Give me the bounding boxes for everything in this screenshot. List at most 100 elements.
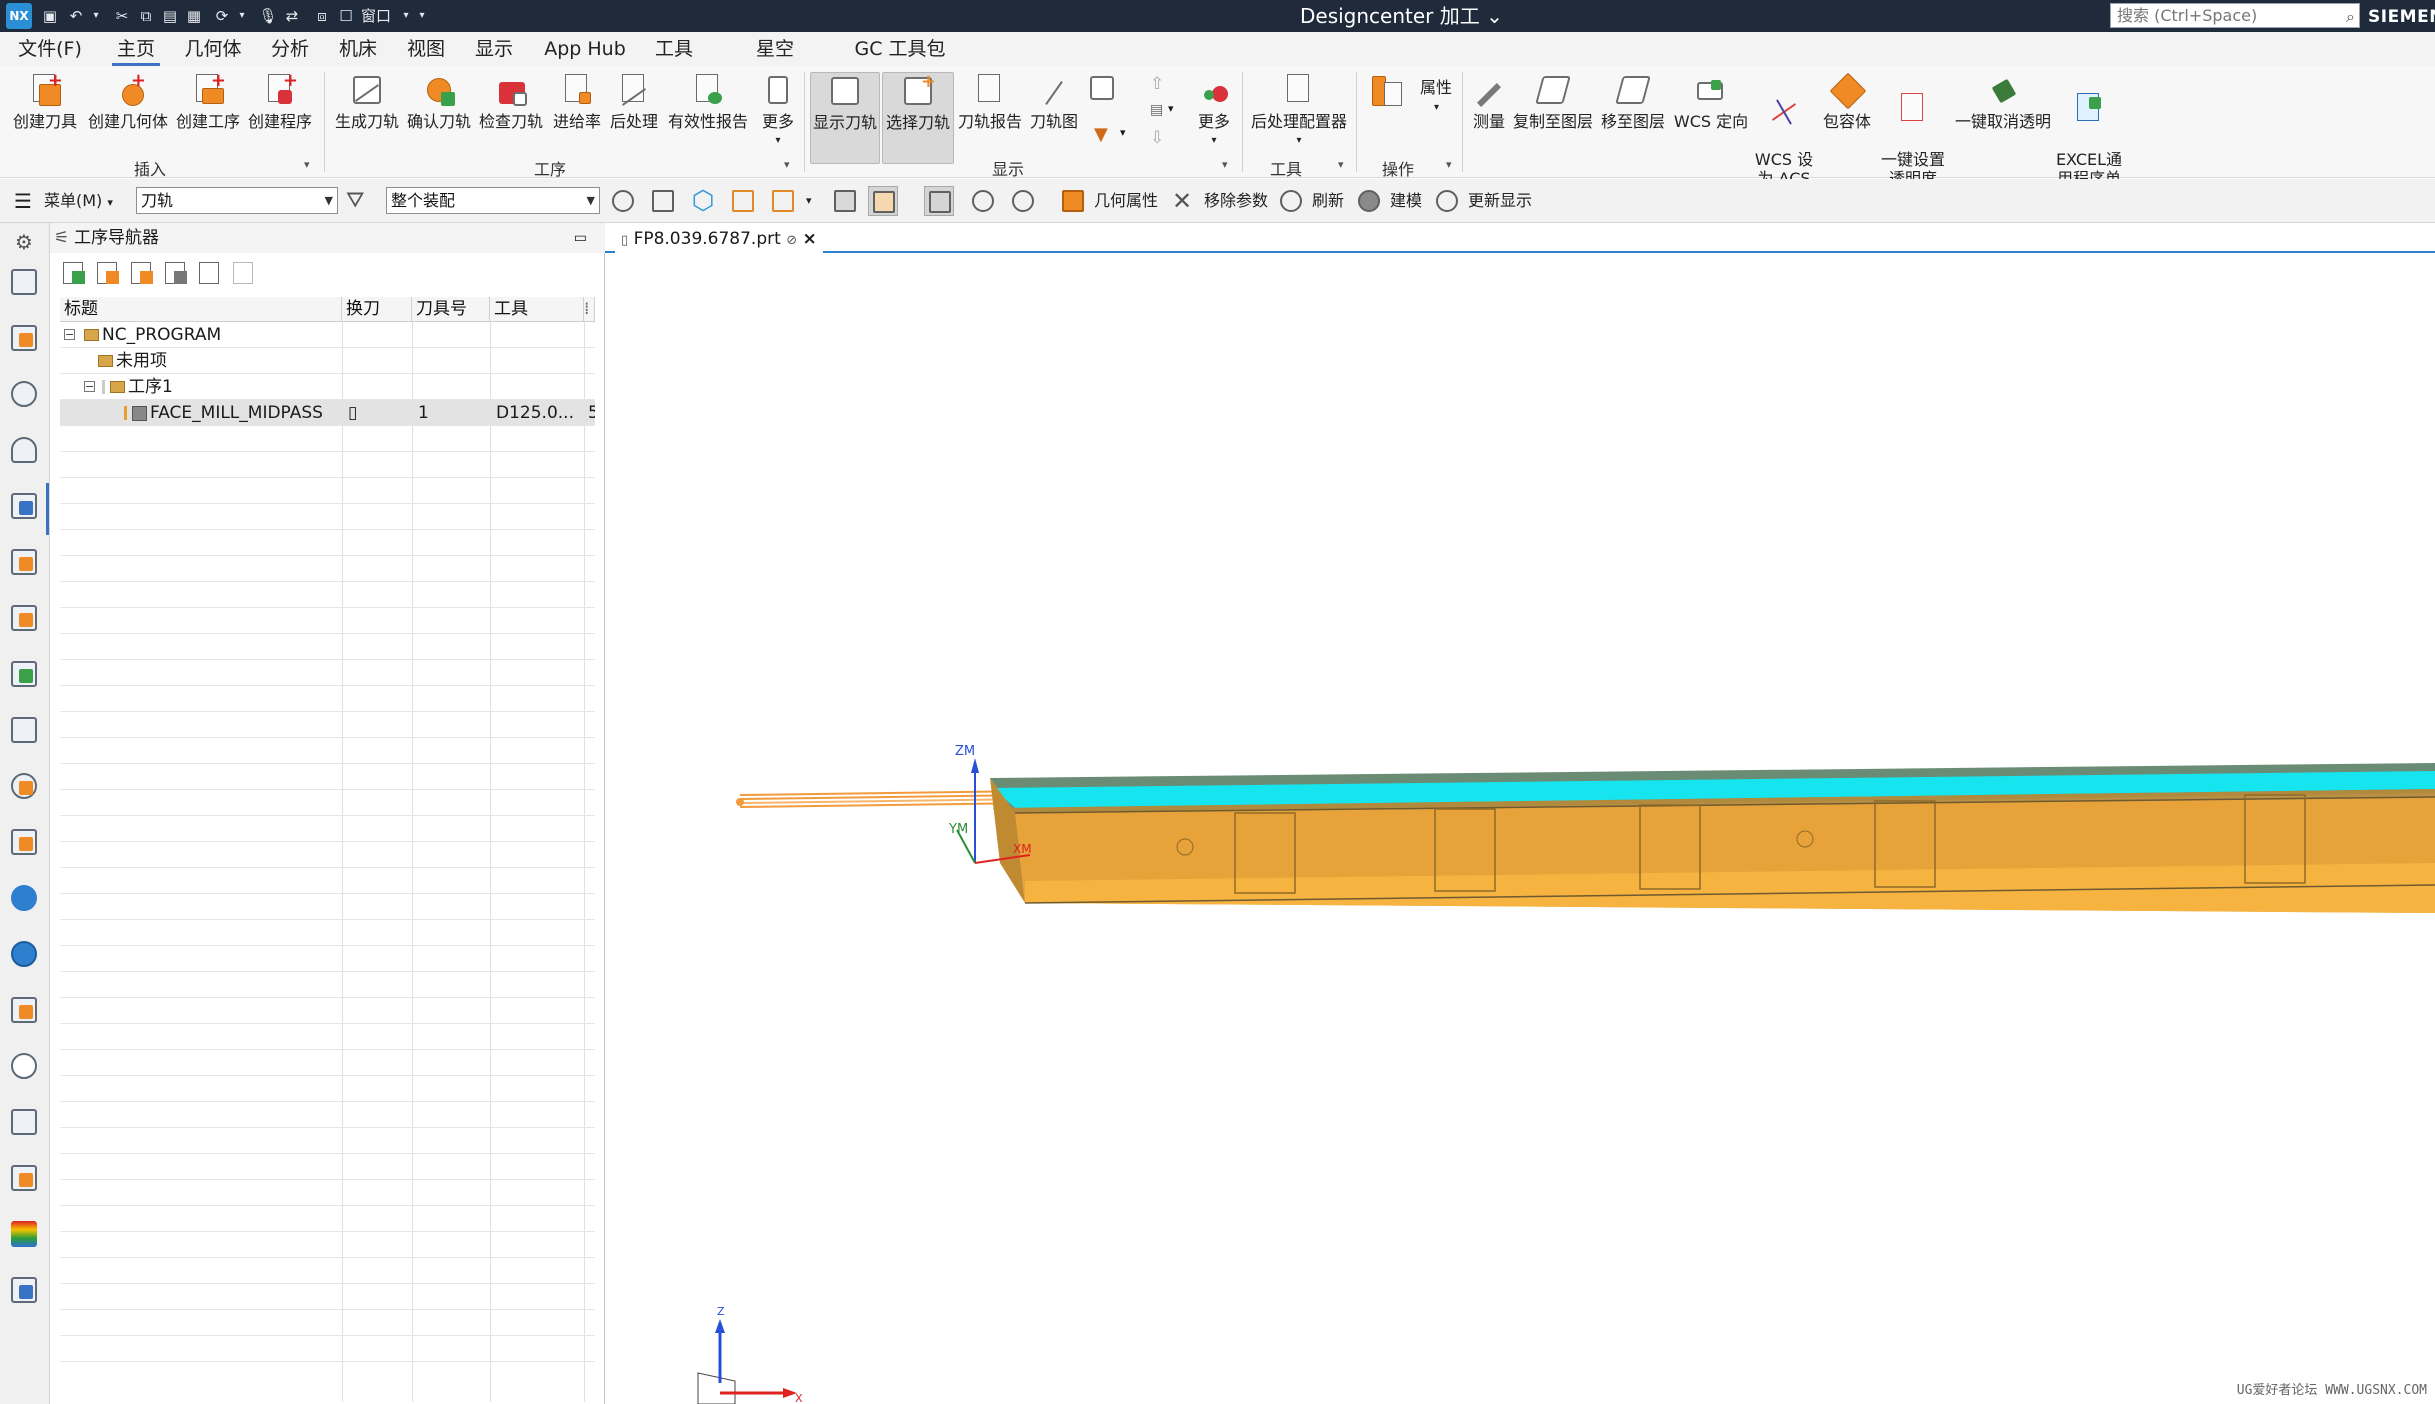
tool-library-icon[interactable] [9,547,39,577]
modeling-icon[interactable] [1354,186,1384,216]
view-triad[interactable]: Z X [697,1305,803,1404]
copy-icon[interactable]: ⧉ [136,6,156,26]
window-icon[interactable]: ☐ [336,6,356,26]
wcs-orient-button[interactable]: WCS 定向 [1670,72,1752,164]
refresh-button[interactable]: 刷新 [1312,187,1344,215]
tab-tools[interactable]: 工具 [652,32,696,66]
toolpath-graph-button[interactable]: 刀轨图 [1026,72,1082,164]
excel-program-sheet-button[interactable]: EXCEL通 用程序单 [2054,72,2124,188]
delete-object-icon[interactable] [230,259,258,287]
tree-row-program-1[interactable]: − 工序1 [60,374,595,400]
chevron-down-icon[interactable]: ▾ [1120,126,1126,139]
workpiece[interactable] [990,763,2435,913]
orange-cube-icon[interactable] [728,186,758,216]
part-file-tab[interactable]: ▯ FP8.039.6787.prt ⊘ × [615,225,823,253]
feed-rate-button[interactable]: 进给率 [548,72,606,164]
part-navigator-icon[interactable] [9,323,39,353]
part-cube-icon[interactable] [9,715,39,745]
column-header-title[interactable]: 标题 [60,297,342,322]
create-geometry-button[interactable]: + 创建几何体 [84,72,172,164]
collapse-toggle-icon[interactable]: − [84,381,95,392]
palette-icon[interactable] [9,995,39,1025]
program-order-view-icon[interactable] [60,259,88,287]
tab-gc-toolkit[interactable]: GC 工具包 [854,32,946,66]
select-toolpath-button[interactable]: + 选择刀轨 [882,72,954,164]
tab-machine[interactable]: 机床 [336,32,380,66]
app-logo[interactable]: NX [6,3,32,29]
column-header-tool-number[interactable]: 刀具号 [412,297,490,322]
operation-group-expand-icon[interactable]: ▾ [784,158,790,171]
machining-method-view-icon[interactable] [162,259,190,287]
model-view[interactable]: ZM YM XM Z X [605,253,2435,1404]
eye-icon[interactable] [968,186,998,216]
info-icon[interactable] [9,883,39,913]
move-down-icon[interactable]: ⇩ [1150,128,1164,148]
update-display-button[interactable]: 更新显示 [1468,187,1532,215]
tab-xingkong[interactable]: 星空 V8.103 [722,32,828,94]
update-display-icon[interactable] [1432,186,1462,216]
toolpath-display-options-button[interactable] [1086,72,1122,164]
assembly-navigator-icon[interactable] [9,267,39,297]
geometry-view-icon[interactable] [128,259,156,287]
column-header-more[interactable]: ⁞ [584,297,595,322]
show-toolpath-button[interactable]: 显示刀轨 [810,72,880,164]
operation-more-button[interactable]: 更多 ▾ [756,72,800,164]
close-tab-icon[interactable]: × [803,229,817,249]
postprocess-button[interactable]: 后处理 [608,72,660,164]
snap-grid-icon[interactable] [648,186,678,216]
remove-parameters-button[interactable]: 移除参数 [1204,187,1268,215]
tools-icon[interactable] [9,1107,39,1137]
color-bar-icon[interactable] [9,1219,39,1249]
feature-navigator-icon[interactable] [9,603,39,633]
collapse-toggle-icon[interactable]: − [64,329,75,340]
save-icon[interactable]: ▣ [40,6,60,26]
undo-dropdown-icon[interactable]: ▾ [86,6,106,26]
tab-file[interactable]: 文件(F) [18,32,82,66]
snap-point-icon[interactable] [608,186,638,216]
display-more-button[interactable]: 更多 ▾ [1190,72,1238,164]
tab-view[interactable]: 视图 [404,32,448,66]
cancel-transparency-button[interactable]: 一键取消透明 [1952,72,2054,164]
properties-button[interactable]: 属性 ▾ [1362,72,1458,164]
tab-home[interactable]: 主页 [112,32,160,66]
type-filter-select[interactable]: 刀轨 ▼ [136,187,338,214]
create-operation-button[interactable]: + 创建工序 [172,72,244,164]
touch-mode-icon[interactable]: ⇄ [282,6,302,26]
repeat-command-icon[interactable]: ⟳ [212,6,232,26]
machine-navigator-icon[interactable] [9,379,39,409]
microphone-icon[interactable]: 🎙 [258,6,278,26]
hd3d-icon[interactable] [9,827,39,857]
remove-parameters-icon[interactable]: ✕ [1168,186,1198,216]
maximize-icon[interactable]: ▭ [574,223,587,253]
display-group-expand-icon[interactable]: ▾ [1222,158,1228,171]
hamburger-menu-icon[interactable]: ☰ [14,187,32,215]
tab-app-hub[interactable]: App Hub [542,32,628,66]
tool-tracker-icon[interactable] [9,1275,39,1305]
validity-report-button[interactable]: 有效性报告 [662,72,754,164]
machine-tool-view-icon[interactable] [94,259,122,287]
transparent-cube-icon[interactable] [868,186,898,216]
switch-window-icon[interactable]: ⧈ [312,6,332,26]
create-tool-button[interactable]: + 创建刀具 [8,72,82,164]
chevron-down-icon[interactable]: ⌄ [1486,4,1503,28]
set-transparency-button[interactable]: 一键设置 透明度 [1876,72,1950,188]
measure-button[interactable]: 测量 [1468,72,1510,164]
insert-group-expand-icon[interactable]: ▾ [304,158,310,171]
repeat-dropdown-icon[interactable]: ▾ [232,6,252,26]
post-configurator-button[interactable]: 后处理配置器 ▾ [1248,72,1350,164]
command-search-input[interactable]: 搜索 (Ctrl+Space) ⌕ [2110,3,2360,28]
web-browser-icon[interactable] [9,939,39,969]
menu-button[interactable]: 菜单(M) ▾ [44,187,113,215]
tree-row-operation[interactable]: FACE_MILL_MIDPASS ▯ 1 D125.0... 5 [60,400,595,426]
cut-icon[interactable]: ✂ [112,6,132,26]
reuse-library-icon[interactable] [9,771,39,801]
shaded-cube-icon[interactable] [830,186,860,216]
mcs-display-icon[interactable] [924,186,954,216]
orange-square-icon[interactable] [768,186,798,216]
search-icon[interactable]: ⌕ [2346,5,2355,28]
graphics-viewport[interactable]: ZM YM XM Z X UG爱好者论坛 WWW.UGSNX.COM [605,253,2435,1404]
tab-geometry[interactable]: 几何体 [182,32,244,66]
hide-eye-icon[interactable] [1008,186,1038,216]
tools-group-expand-icon[interactable]: ▾ [1338,158,1344,171]
undo-icon[interactable]: ↶ [66,6,86,26]
